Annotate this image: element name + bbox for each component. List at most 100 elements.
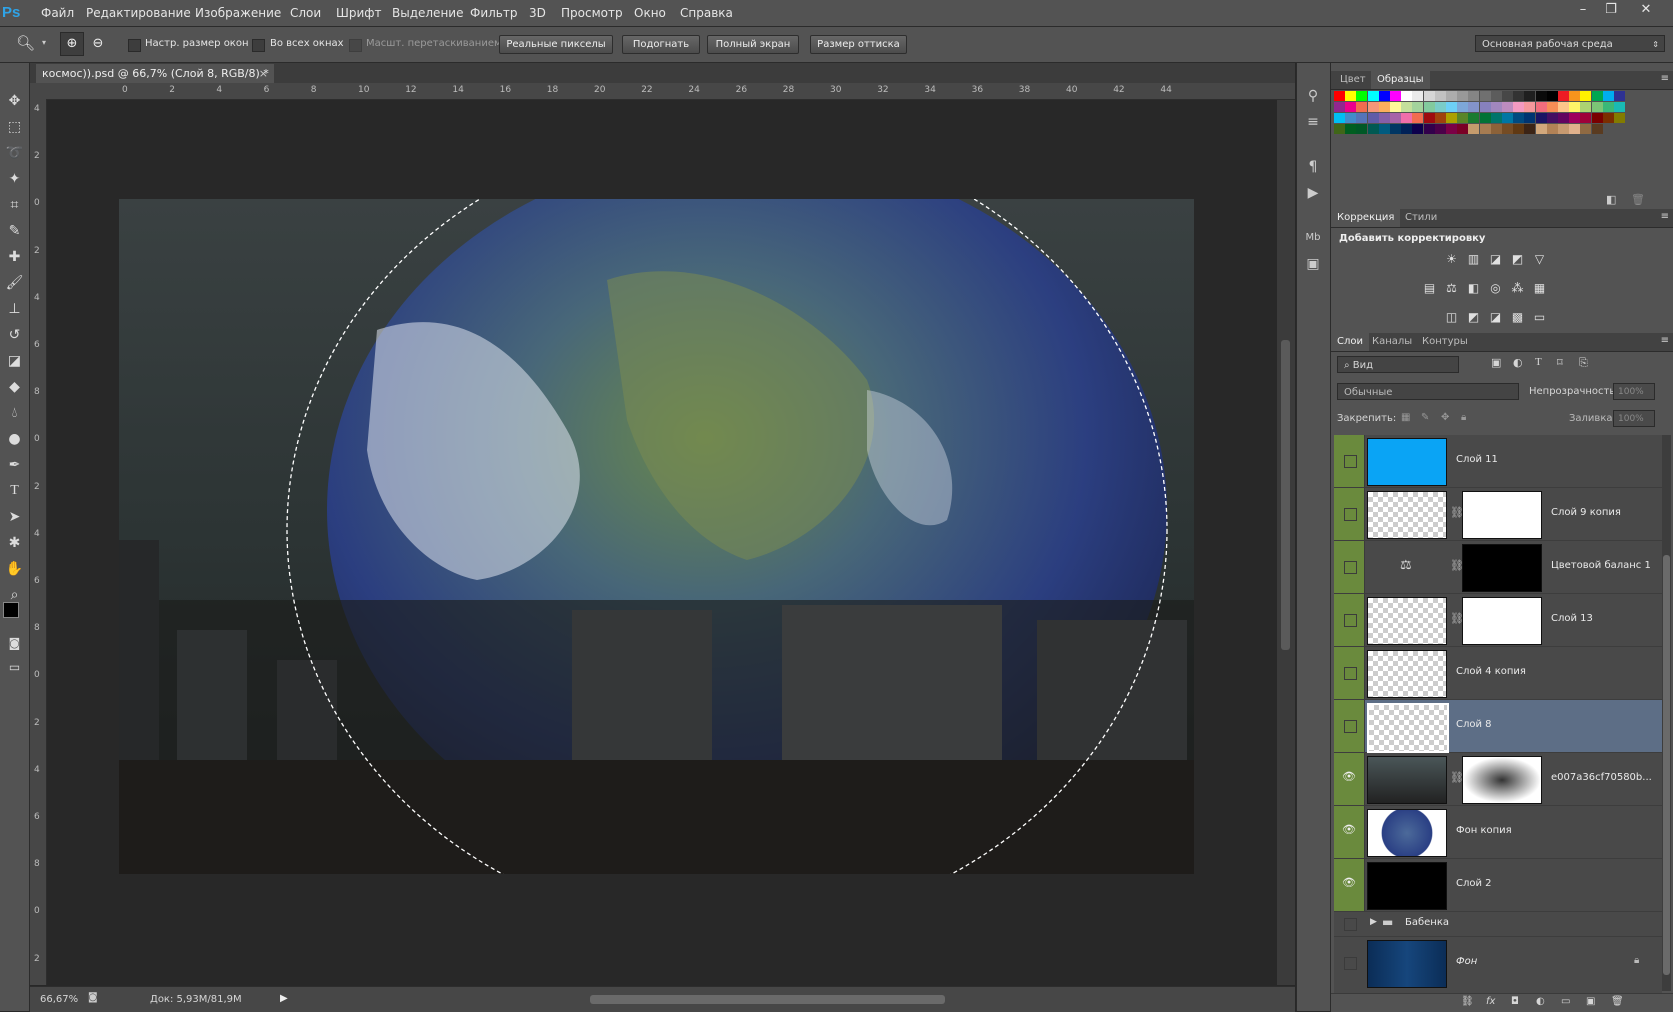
swatch[interactable] xyxy=(1423,91,1435,101)
layer-name[interactable]: Слой 13 xyxy=(1551,613,1593,624)
panel-menu-icon-2[interactable]: ≡ xyxy=(1661,211,1669,222)
swatch[interactable] xyxy=(1602,91,1614,101)
scrubby-zoom-checkbox[interactable] xyxy=(349,39,362,52)
brush-settings-icon[interactable]: ≡ xyxy=(1302,111,1324,133)
visibility-toggle[interactable] xyxy=(1334,435,1365,487)
close-tab-icon[interactable]: × xyxy=(259,64,268,83)
photo-filter-icon[interactable]: ◎ xyxy=(1487,281,1504,296)
selective-color-icon[interactable]: ▩ xyxy=(1509,310,1526,325)
marquee-tool-icon[interactable]: ⬚ xyxy=(3,116,26,138)
screen-mode-icon[interactable]: ▭ xyxy=(3,656,26,678)
layers-scroll-thumb[interactable] xyxy=(1663,555,1670,975)
tab-channels[interactable]: Каналы xyxy=(1366,333,1418,351)
swatch[interactable] xyxy=(1490,91,1502,101)
swatch[interactable] xyxy=(1434,91,1446,101)
swatch[interactable] xyxy=(1535,91,1547,101)
lock-position-icon[interactable]: ✥ xyxy=(1441,412,1449,423)
swatch[interactable] xyxy=(1446,124,1457,134)
swatch[interactable] xyxy=(1434,124,1446,134)
layer-row[interactable]: 👁︎ Фон копия xyxy=(1334,806,1662,859)
swatch[interactable] xyxy=(1479,91,1491,101)
swatch[interactable] xyxy=(1546,124,1558,134)
swatch[interactable] xyxy=(1390,124,1401,134)
swatch[interactable] xyxy=(1334,102,1345,112)
vibrance-icon[interactable]: ▽ xyxy=(1531,252,1548,267)
swatch[interactable] xyxy=(1390,102,1401,112)
swatch[interactable] xyxy=(1490,102,1502,112)
group-expand-icon[interactable]: ▶ xyxy=(1370,917,1377,927)
new-swatch-icon[interactable]: ◧ xyxy=(1606,193,1616,206)
layer-row[interactable]: ⛓ Слой 9 копия xyxy=(1334,488,1662,541)
swatch[interactable] xyxy=(1546,113,1558,123)
swatch[interactable] xyxy=(1524,102,1536,112)
eraser-tool-icon[interactable]: ◪ xyxy=(3,350,26,372)
add-mask-icon[interactable]: ◘ xyxy=(1511,996,1519,1007)
filter-adjustment-icon[interactable]: ◐ xyxy=(1513,356,1523,369)
opacity-input[interactable]: 100% xyxy=(1613,383,1655,400)
swatch[interactable] xyxy=(1524,124,1536,134)
zoom-tool-icon[interactable]: 🔍︎ xyxy=(16,34,35,52)
swatch[interactable] xyxy=(1580,113,1592,123)
swatch[interactable] xyxy=(1434,102,1446,112)
lock-transparency-icon[interactable]: ▦ xyxy=(1401,412,1410,423)
swatch[interactable] xyxy=(1378,113,1390,123)
layer-row[interactable]: Слой 4 копия xyxy=(1334,647,1662,700)
swatch[interactable] xyxy=(1468,102,1480,112)
fill-screen-button[interactable]: Полный экран xyxy=(707,35,799,54)
swatch[interactable] xyxy=(1367,124,1379,134)
swatch[interactable] xyxy=(1401,124,1413,134)
swatch[interactable] xyxy=(1558,91,1569,101)
swatch[interactable] xyxy=(1446,91,1457,101)
black-white-icon[interactable]: ◧ xyxy=(1465,281,1482,296)
new-adjustment-icon[interactable]: ◐ xyxy=(1536,996,1545,1007)
layer-group-row[interactable]: ▶ ▬ Бабенка xyxy=(1334,912,1662,937)
tab-styles[interactable]: Стили xyxy=(1399,209,1443,227)
layer-row[interactable]: Слой 11 xyxy=(1334,435,1662,488)
group-name[interactable]: Бабенка xyxy=(1405,917,1449,928)
menu-filter[interactable]: Фильтр xyxy=(470,6,517,20)
swatch[interactable] xyxy=(1490,124,1502,134)
tab-swatches[interactable]: Образцы xyxy=(1371,71,1430,89)
swatch[interactable] xyxy=(1580,102,1592,112)
visibility-toggle[interactable] xyxy=(1334,541,1365,593)
menu-type[interactable]: Шрифт xyxy=(336,6,382,20)
swatch[interactable] xyxy=(1356,113,1368,123)
minimize-button[interactable]: – xyxy=(1570,1,1596,19)
menu-window[interactable]: Окно xyxy=(634,6,666,20)
swatch[interactable] xyxy=(1412,124,1424,134)
layer-name[interactable]: Фон копия xyxy=(1456,825,1512,836)
swatch[interactable] xyxy=(1401,102,1413,112)
vertical-scroll-thumb[interactable] xyxy=(1281,340,1290,650)
tab-layers[interactable]: Слои xyxy=(1331,333,1369,351)
swatch[interactable] xyxy=(1546,102,1558,112)
menu-view[interactable]: Просмотр xyxy=(561,6,623,20)
filter-shape-icon[interactable]: ⌑ xyxy=(1557,356,1563,369)
layer-name[interactable]: Слой 9 копия xyxy=(1551,507,1621,518)
delete-swatch-icon[interactable]: 🗑︎ xyxy=(1631,193,1645,206)
visibility-toggle[interactable] xyxy=(1334,488,1365,540)
swatch[interactable] xyxy=(1490,113,1502,123)
magic-wand-tool-icon[interactable]: ✦ xyxy=(3,168,26,190)
fill-input[interactable]: 100% xyxy=(1613,410,1655,427)
custom-shape-tool-icon[interactable]: ✱ xyxy=(3,532,26,554)
invert-icon[interactable]: ◫ xyxy=(1443,310,1460,325)
swatch[interactable] xyxy=(1412,102,1424,112)
swatch[interactable] xyxy=(1423,124,1435,134)
layer-name[interactable]: Слой 8 xyxy=(1456,719,1492,730)
brightness-icon[interactable]: ☀ xyxy=(1443,252,1460,267)
swatch[interactable] xyxy=(1602,113,1614,123)
swatch[interactable] xyxy=(1468,124,1480,134)
exposure-icon[interactable]: ◩ xyxy=(1509,252,1526,267)
swatch[interactable] xyxy=(1457,124,1469,134)
swatch[interactable] xyxy=(1524,91,1536,101)
filter-smart-object-icon[interactable]: ⎘ xyxy=(1579,356,1588,370)
layer-row[interactable]: 👁︎ ⛓ e007a36cf70580b... xyxy=(1334,753,1662,806)
swatch[interactable] xyxy=(1423,102,1435,112)
swatch[interactable] xyxy=(1558,124,1569,134)
blend-mode-select[interactable]: Обычные xyxy=(1337,383,1519,400)
vertical-scrollbar[interactable] xyxy=(1277,100,1295,985)
swatch[interactable] xyxy=(1378,102,1390,112)
layer-style-icon[interactable]: fx xyxy=(1486,996,1495,1007)
layer-row[interactable]: 👁︎ Слой 2 xyxy=(1334,859,1662,912)
levels-icon[interactable]: ▥ xyxy=(1465,252,1482,267)
